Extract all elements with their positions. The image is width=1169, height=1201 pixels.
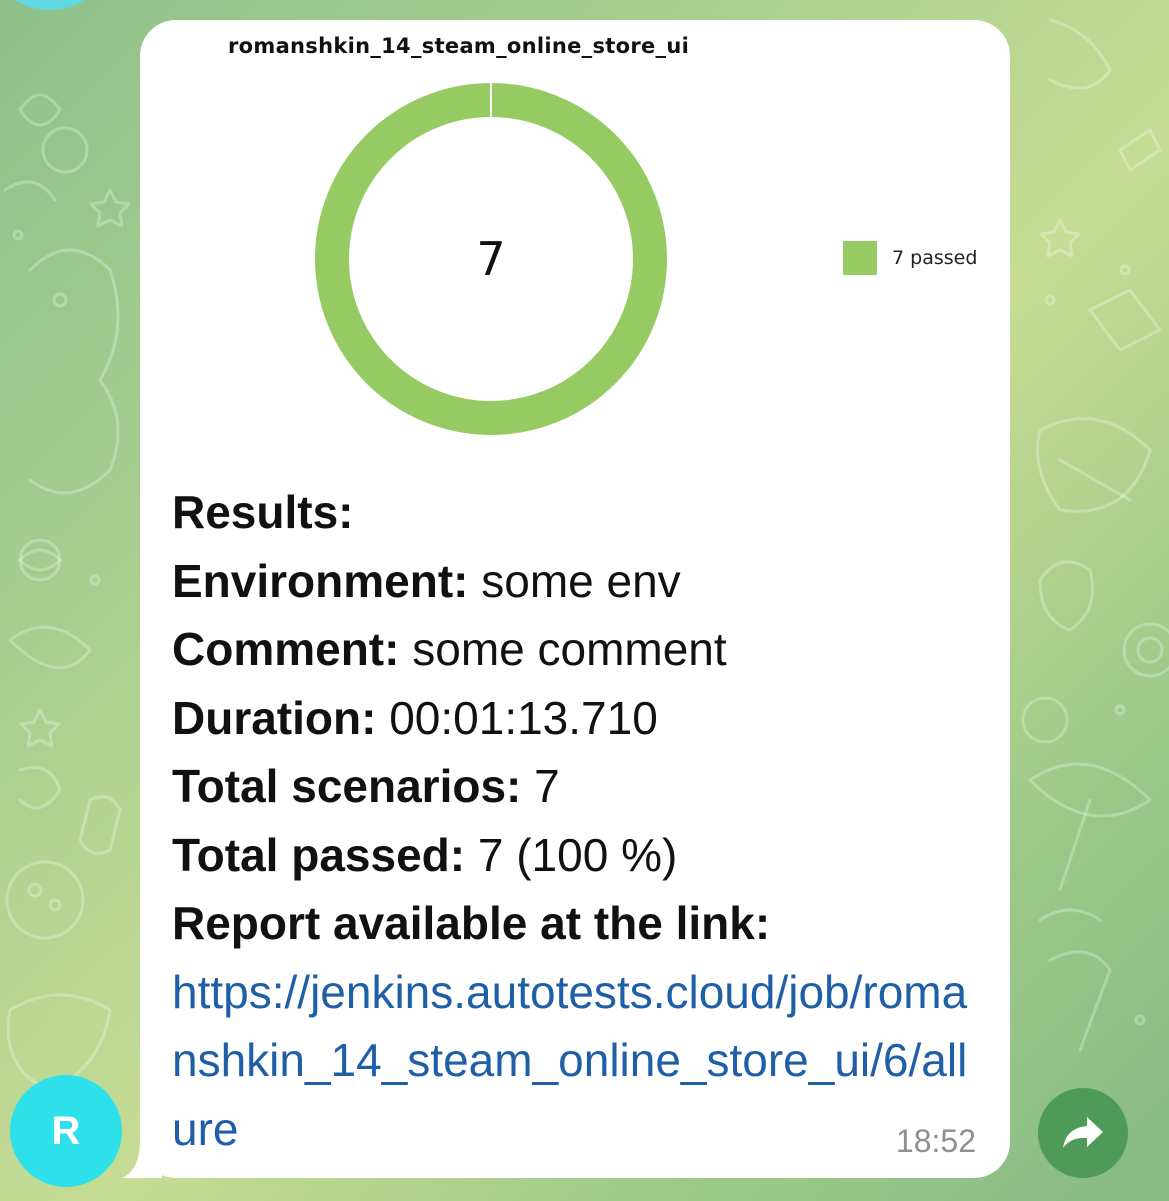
scenarios-label: Total scenarios: bbox=[172, 760, 522, 812]
message-bubble[interactable]: romanshkin_14_steam_online_store_ui 7 7 … bbox=[140, 20, 1010, 1178]
environment-label: Environment: bbox=[172, 554, 469, 607]
message-time: 18:52 bbox=[895, 1123, 976, 1159]
duration-label: Duration: bbox=[172, 691, 377, 744]
results-heading: Results: bbox=[172, 486, 354, 538]
report-link[interactable]: https://jenkins.autotests.cloud/job/roma… bbox=[172, 958, 972, 1164]
legend-swatch-passed bbox=[843, 241, 877, 275]
scenarios-value: 7 bbox=[534, 760, 560, 812]
environment-value: some env bbox=[481, 554, 681, 607]
duration-line: Duration: 00:01:13.710 bbox=[172, 684, 982, 753]
passed-line: Total passed: 7 (100 %) bbox=[172, 821, 982, 890]
scenarios-line: Total scenarios: 7 bbox=[172, 752, 982, 821]
comment-line: Comment: some comment bbox=[172, 615, 982, 684]
results-heading-line: Results: bbox=[172, 478, 982, 547]
report-line: Report available at the link: bbox=[172, 889, 982, 958]
forward-button[interactable] bbox=[1038, 1088, 1128, 1178]
sender-avatar[interactable]: R bbox=[10, 1075, 122, 1187]
chart-legend: 7 passed bbox=[843, 241, 977, 275]
donut-chart: 7 bbox=[315, 83, 667, 435]
comment-value: some comment bbox=[412, 623, 727, 675]
report-label: Report available at the link: bbox=[172, 897, 771, 949]
chart-title: romanshkin_14_steam_online_store_ui bbox=[228, 34, 690, 58]
results-text[interactable]: Results: Environment: some env Comment: … bbox=[172, 478, 982, 1163]
environment-line: Environment: some env bbox=[172, 547, 982, 616]
forward-arrow-icon bbox=[1063, 1117, 1103, 1148]
comment-label: Comment: bbox=[172, 623, 400, 675]
passed-label: Total passed: bbox=[172, 828, 466, 881]
duration-value: 00:01:13.710 bbox=[389, 691, 658, 744]
donut-center-value: 7 bbox=[476, 232, 506, 286]
passed-value: 7 (100 %) bbox=[477, 828, 678, 881]
legend-label-passed: 7 passed bbox=[892, 247, 978, 269]
